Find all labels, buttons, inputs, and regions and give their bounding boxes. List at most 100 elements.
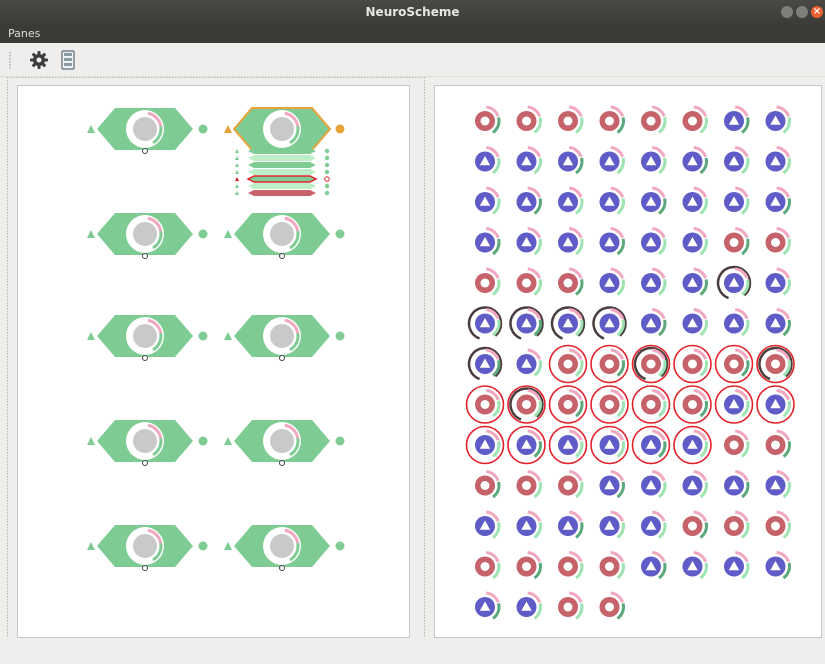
column-glyph[interactable] [224, 420, 345, 466]
column-glyph[interactable] [87, 420, 208, 466]
pyramidal-neuron[interactable] [756, 344, 795, 384]
interneuron[interactable] [641, 308, 667, 337]
interneuron[interactable] [516, 591, 542, 620]
right-pane[interactable] [434, 85, 822, 638]
minicolumn-glyph[interactable] [248, 148, 316, 154]
interneuron[interactable] [673, 425, 712, 465]
column-glyph[interactable] [224, 213, 345, 259]
interneuron[interactable] [516, 510, 542, 539]
interneuron[interactable] [599, 227, 625, 256]
column-glyph[interactable] [224, 315, 345, 361]
column-glyph[interactable] [87, 525, 208, 571]
expanded-minicolumn-stack[interactable] [235, 148, 330, 196]
interneuron[interactable] [599, 510, 625, 539]
interneuron[interactable] [724, 186, 750, 215]
pyramidal-neuron[interactable] [516, 470, 542, 499]
interneuron[interactable] [475, 591, 501, 620]
pyramidal-neuron[interactable] [590, 344, 629, 384]
minicolumn-glyph[interactable] [246, 175, 318, 183]
interneuron[interactable] [467, 306, 503, 340]
interneuron[interactable] [509, 306, 544, 340]
interneuron[interactable] [558, 510, 584, 539]
interneuron[interactable] [682, 227, 708, 256]
interneuron[interactable] [682, 308, 708, 337]
interneuron[interactable] [682, 470, 708, 499]
interneuron[interactable] [467, 346, 503, 381]
pyramidal-neuron[interactable] [475, 470, 501, 499]
interneuron[interactable] [599, 186, 625, 215]
interneuron[interactable] [682, 551, 708, 580]
minicolumn-glyph[interactable] [248, 162, 316, 168]
interneuron[interactable] [558, 227, 584, 256]
interneuron[interactable] [724, 105, 750, 134]
interneuron[interactable] [590, 425, 629, 465]
interneuron[interactable] [641, 146, 667, 175]
pyramidal-neuron[interactable] [558, 105, 584, 134]
interneuron[interactable] [558, 146, 584, 175]
minicolumn-glyph[interactable] [248, 183, 316, 189]
interneuron[interactable] [465, 425, 505, 465]
menu-panes[interactable]: Panes [8, 27, 40, 40]
pyramidal-neuron[interactable] [673, 344, 712, 384]
interneuron[interactable] [516, 186, 542, 215]
pyramidal-neuron[interactable] [682, 510, 708, 539]
interneuron[interactable] [507, 425, 546, 465]
pyramidal-neuron[interactable] [765, 510, 791, 539]
pyramidal-neuron[interactable] [558, 591, 584, 620]
pyramidal-neuron[interactable] [558, 267, 584, 296]
column-glyph[interactable] [87, 213, 208, 259]
interneuron[interactable] [716, 265, 752, 300]
interneuron[interactable] [516, 348, 542, 377]
pyramidal-neuron[interactable] [599, 105, 625, 134]
toolbar-grip[interactable] [9, 52, 11, 70]
interneuron[interactable] [682, 146, 708, 175]
pyramidal-neuron[interactable] [682, 105, 708, 134]
pyramidal-neuron[interactable] [548, 385, 588, 424]
interneuron[interactable] [475, 146, 501, 175]
pyramidal-neuron[interactable] [724, 227, 750, 256]
pyramidal-neuron[interactable] [599, 551, 625, 580]
pyramidal-neuron[interactable] [714, 344, 754, 384]
pyramidal-neuron[interactable] [558, 551, 584, 580]
interneuron[interactable] [516, 146, 542, 175]
interneuron[interactable] [592, 306, 627, 340]
pyramidal-neuron[interactable] [475, 267, 501, 296]
pyramidal-neuron[interactable] [516, 267, 542, 296]
interneuron[interactable] [558, 186, 584, 215]
interneuron[interactable] [599, 267, 625, 296]
pyramidal-neuron[interactable] [724, 510, 750, 539]
pyramidal-neuron[interactable] [475, 551, 501, 580]
interneuron[interactable] [765, 146, 791, 175]
minicolumn-glyph[interactable] [248, 169, 316, 175]
interneuron[interactable] [631, 425, 671, 465]
pyramidal-neuron[interactable] [558, 470, 584, 499]
pyramidal-neuron[interactable] [475, 105, 501, 134]
interneuron[interactable] [641, 267, 667, 296]
pyramidal-neuron[interactable] [673, 385, 712, 424]
pyramidal-neuron[interactable] [548, 344, 588, 384]
interneuron[interactable] [724, 470, 750, 499]
left-pane-canvas[interactable] [18, 86, 409, 637]
panel-layout-icon[interactable] [57, 49, 79, 71]
interneuron[interactable] [765, 470, 791, 499]
interneuron[interactable] [724, 308, 750, 337]
column-glyph[interactable] [87, 315, 208, 361]
left-pane[interactable] [17, 85, 410, 638]
interneuron[interactable] [765, 105, 791, 134]
interneuron[interactable] [765, 308, 791, 337]
right-pane-canvas[interactable] [435, 86, 821, 637]
pyramidal-neuron[interactable] [599, 591, 625, 620]
minicolumn-glyph[interactable] [248, 190, 316, 196]
pyramidal-neuron[interactable] [765, 227, 791, 256]
interneuron[interactable] [724, 146, 750, 175]
pyramidal-neuron[interactable] [765, 429, 791, 458]
interneuron[interactable] [641, 470, 667, 499]
interneuron[interactable] [516, 227, 542, 256]
interneuron[interactable] [641, 551, 667, 580]
interneuron[interactable] [599, 470, 625, 499]
interneuron[interactable] [548, 425, 588, 465]
interneuron[interactable] [641, 186, 667, 215]
minimize-button[interactable] [781, 6, 793, 18]
pyramidal-neuron[interactable] [507, 385, 546, 424]
interneuron[interactable] [475, 227, 501, 256]
